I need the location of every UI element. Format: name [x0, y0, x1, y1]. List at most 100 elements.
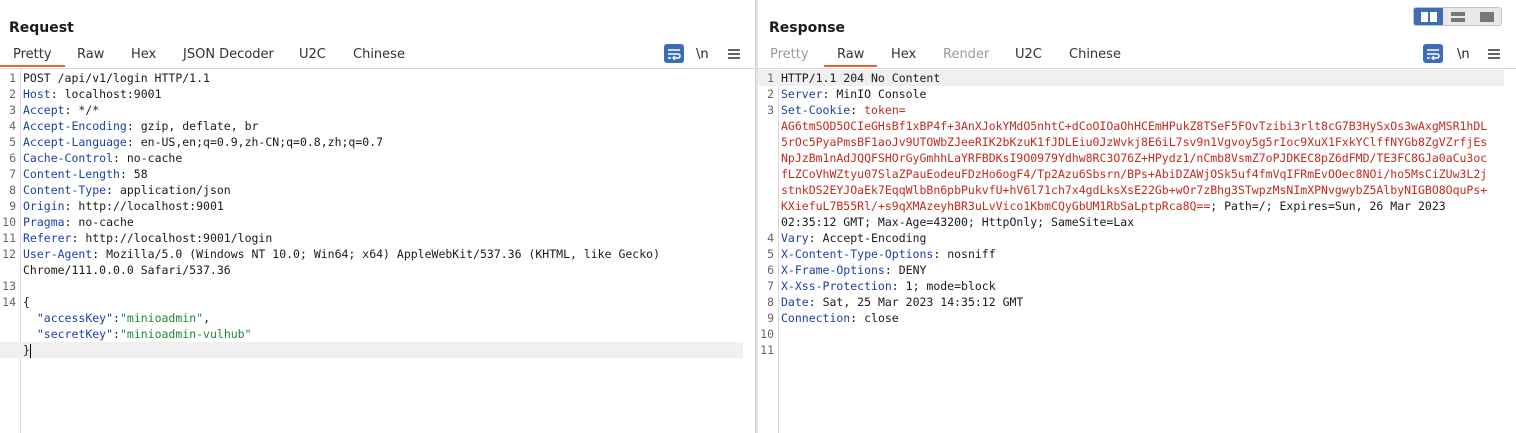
line-number: 10: [2, 215, 16, 229]
line-number: 5: [767, 247, 774, 261]
response-tab-hex[interactable]: Hex: [891, 47, 916, 62]
menu-icon[interactable]: [728, 44, 740, 64]
line-content: fLZCoVhWZtyu07SlaZPauEodeuFDzHo6ogF4/Tp2…: [781, 166, 1504, 182]
response-tab-render[interactable]: Render: [943, 47, 989, 62]
response-line: 5 X-Content-Type-Options: nosniff: [758, 246, 1504, 262]
header-colon: :: [113, 151, 120, 165]
request-line: 4 Accept-Encoding: gzip, deflate, br: [0, 118, 743, 134]
response-line: 4 Vary: Accept-Encoding: [758, 230, 1504, 246]
cookie-attributes: ; Path=/; Expires=Sun, 26 Mar 2023: [1210, 199, 1446, 213]
line-content: Date: Sat, 25 Mar 2023 14:35:12 GMT: [781, 294, 1504, 310]
response-line: 02:35:12 GMT; Max-Age=43200; HttpOnly; S…: [758, 214, 1504, 230]
line-content: X-Content-Type-Options: nosniff: [781, 246, 1504, 262]
layout-switcher: [1413, 7, 1502, 26]
request-tab-hex[interactable]: Hex: [131, 47, 156, 62]
request-line: 11 Referer: http://localhost:9001/login: [0, 230, 743, 246]
request-tabs: Pretty Raw Hex JSON Decoder U2C Chinese: [0, 44, 755, 69]
cookie-value: fLZCoVhWZtyu07SlaZPauEodeuFDzHo6ogF4/Tp2…: [781, 167, 1488, 181]
line-content: Referer: http://localhost:9001/login: [23, 230, 743, 246]
request-editor[interactable]: 1 POST /api/v1/login HTTP/1.1 2 Host: local…: [0, 69, 755, 433]
request-tab-raw[interactable]: Raw: [77, 47, 104, 62]
json-key: "secretKey": [36, 327, 114, 341]
line-content: X-Frame-Options: DENY: [781, 262, 1504, 278]
top-bottom-layout-icon[interactable]: [1443, 8, 1472, 25]
header-colon: :: [884, 263, 892, 277]
line-number: 2: [767, 87, 774, 101]
wrap-lines-icon[interactable]: [664, 44, 684, 63]
line-number: 4: [767, 231, 774, 245]
response-tabs: Pretty Raw Hex Render U2C Chinese: [758, 44, 1516, 69]
line-text: [23, 311, 37, 325]
line-number: 8: [9, 183, 16, 197]
response-tab-raw[interactable]: Raw: [823, 47, 878, 67]
header-name: X-Content-Type-Options: [781, 247, 934, 261]
header-name: Pragma: [23, 215, 65, 229]
line-content: 5rOc5PyaPmsBF1aoJv9UTOWbZJeeRIK2bKzuK1fJ…: [781, 134, 1504, 150]
menu-icon[interactable]: [1488, 44, 1500, 64]
request-title: Request: [9, 20, 74, 36]
header-value: nosniff: [940, 247, 996, 261]
response-title: Response: [769, 20, 846, 36]
line-number: 13: [2, 279, 16, 293]
header-name: Server: [781, 87, 823, 101]
header-name: Content-Type: [23, 183, 107, 197]
response-tab-u2c[interactable]: U2C: [1015, 47, 1042, 62]
header-colon: :: [126, 135, 134, 149]
header-colon: :: [50, 87, 58, 101]
header-name: Referer: [23, 231, 72, 245]
line-content: "secretKey":"minioadmin-vulhub": [23, 326, 743, 342]
line-number: 7: [9, 167, 16, 181]
request-line: 12 User-Agent: Mozilla/5.0 (Windows NT 10…: [0, 246, 743, 262]
header-colon: :: [126, 119, 134, 133]
response-line: 5rOc5PyaPmsBF1aoJv9UTOWbZJeeRIK2bKzuK1fJ…: [758, 134, 1504, 150]
line-content: Accept-Language: en-US,en;q=0.9,zh-CN;q=…: [23, 134, 743, 150]
response-line: 8 Date: Sat, 25 Mar 2023 14:35:12 GMT: [758, 294, 1504, 310]
header-name: Host: [23, 87, 51, 101]
request-tab-json-decoder[interactable]: JSON Decoder: [183, 47, 274, 62]
response-line: 10: [758, 326, 1504, 342]
header-name: User-Agent: [23, 247, 93, 261]
request-tab-pretty[interactable]: Pretty: [0, 47, 64, 67]
response-pane: Response Pretty Raw Hex Render U2C Chine…: [758, 0, 1516, 433]
header-name: Vary: [781, 231, 809, 245]
request-line: 2 Host: localhost:9001: [0, 86, 743, 102]
line-text: HTTP/1.1 204 No Content: [781, 71, 941, 85]
header-name: Set-Cookie: [781, 103, 851, 117]
cookie-value: KXiefuL7B55Rl/+s9qXMAzeyhBR3uLvVico1KbmC…: [781, 199, 1211, 213]
response-editor[interactable]: 1 HTTP/1.1 204 No Content 2 Server: MinIO C…: [758, 69, 1516, 433]
header-colon: :: [106, 183, 114, 197]
header-value: Mozilla/5.0 (Windows NT 10.0; Win64; x64…: [99, 247, 660, 261]
side-by-side-layout-icon[interactable]: [1414, 8, 1443, 25]
header-name: X-Frame-Options: [781, 263, 885, 277]
header-colon: :: [891, 279, 899, 293]
show-newlines-button[interactable]: \n: [1457, 44, 1470, 64]
request-pane: Request Pretty Raw Hex JSON Decoder U2C …: [0, 0, 755, 433]
line-content: Origin: http://localhost:9001: [23, 198, 743, 214]
response-line: 6 X-Frame-Options: DENY: [758, 262, 1504, 278]
response-tab-chinese[interactable]: Chinese: [1069, 47, 1121, 62]
cookie-value: AG6tmSOD5OCIeGHsBf1xBP4f+3AnXJokYMdO5nht…: [781, 119, 1488, 133]
request-line: 8 Content-Type: application/json: [0, 182, 743, 198]
json-key: "accessKey": [36, 311, 114, 325]
show-newlines-button[interactable]: \n: [696, 44, 709, 64]
header-value: no-cache: [119, 151, 183, 165]
header-value: Sat, 25 Mar 2023 14:35:12 GMT: [815, 295, 1024, 309]
request-line: }: [0, 342, 743, 358]
header-value: en-US,en;q=0.9,zh-CN;q=0.8,zh;q=0.7: [133, 135, 384, 149]
request-tab-u2c[interactable]: U2C: [299, 47, 326, 62]
request-line: 7 Content-Length: 58: [0, 166, 743, 182]
line-number: 11: [2, 231, 16, 245]
request-line: 5 Accept-Language: en-US,en;q=0.9,zh-CN;q…: [0, 134, 743, 150]
tabs-layout-icon[interactable]: [1472, 8, 1501, 25]
line-content: KXiefuL7B55Rl/+s9qXMAzeyhBR3uLvVico1KbmC…: [781, 198, 1504, 214]
response-line: KXiefuL7B55Rl/+s9qXMAzeyhBR3uLvVico1KbmC…: [758, 198, 1504, 214]
line-content: Content-Length: 58: [23, 166, 743, 182]
line-number: 8: [767, 295, 774, 309]
request-tab-chinese[interactable]: Chinese: [353, 47, 405, 62]
wrap-lines-icon[interactable]: [1423, 44, 1443, 63]
header-name: X-Xss-Protection: [781, 279, 892, 293]
response-line: stnkDS2EYJOaEk7EqqWlbBn6pbPukvfU+hV6l71c…: [758, 182, 1504, 198]
response-line: 3 Set-Cookie: token=: [758, 102, 1504, 118]
line-content: User-Agent: Mozilla/5.0 (Windows NT 10.0…: [23, 246, 743, 262]
response-tab-pretty[interactable]: Pretty: [770, 47, 809, 62]
